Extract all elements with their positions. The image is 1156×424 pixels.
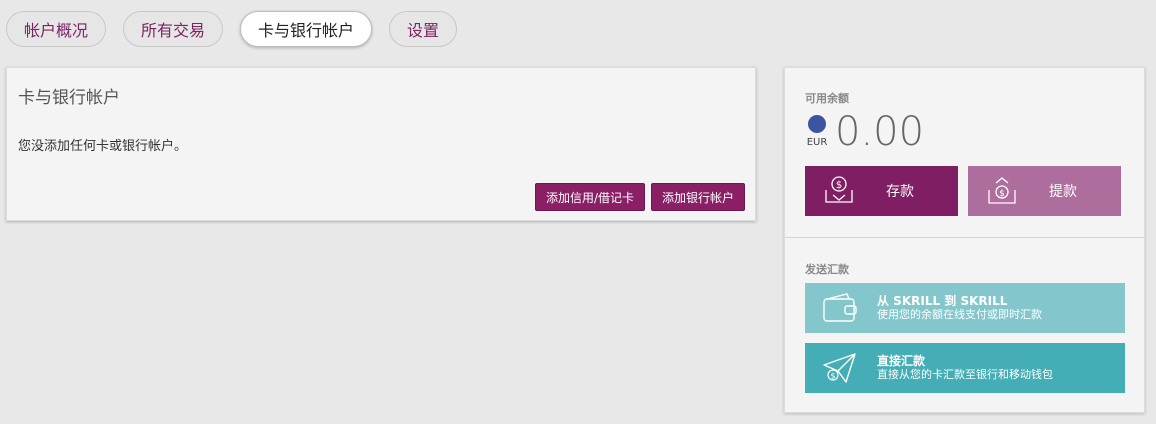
send-money-label: 发送汇款 bbox=[805, 263, 849, 276]
direct-transfer-text: 直接汇款 直接从您的卡汇款至银行和移动钱包 bbox=[877, 354, 1053, 382]
deposit-icon: $ bbox=[825, 176, 853, 203]
tab-settings[interactable]: 设置 bbox=[389, 11, 458, 47]
deposit-label: 存款 bbox=[886, 184, 914, 200]
svg-text:$: $ bbox=[830, 372, 835, 381]
tab-all-transactions[interactable]: 所有交易 bbox=[123, 11, 224, 47]
cards-panel-title: 卡与银行帐户 bbox=[18, 88, 120, 108]
direct-transfer-button[interactable]: $ 直接汇款 直接从您的卡汇款至银行和移动钱包 bbox=[805, 343, 1125, 393]
skrill-to-skrill-text: 从 SKRILL 到 SKRILL 使用您的余额在线支付或即时汇款 bbox=[877, 294, 1042, 322]
skrill-to-skrill-desc: 使用您的余额在线支付或即时汇款 bbox=[877, 308, 1042, 321]
currency-flag-icon bbox=[808, 115, 826, 133]
withdraw-button[interactable]: $ 提款 bbox=[968, 166, 1121, 216]
svg-text:$: $ bbox=[836, 180, 842, 191]
balance-sidebar: 可用余额 EUR 0.00 $ 存款 $ 提款 发送汇款 从 SKRILL 到 … bbox=[784, 67, 1145, 413]
svg-text:$: $ bbox=[999, 189, 1005, 199]
balance-amount: 0.00 bbox=[835, 109, 925, 155]
available-balance-label: 可用余额 bbox=[805, 92, 849, 105]
skrill-to-skrill-button[interactable]: 从 SKRILL 到 SKRILL 使用您的余额在线支付或即时汇款 bbox=[805, 283, 1125, 333]
cards-empty-message: 您没添加任何卡或银行帐户。 bbox=[18, 139, 188, 154]
balance-display: EUR 0.00 bbox=[805, 110, 924, 154]
wallet-icon bbox=[823, 293, 857, 322]
deposit-button[interactable]: $ 存款 bbox=[805, 166, 958, 216]
add-bank-account-button[interactable]: 添加银行帐户 bbox=[650, 183, 745, 211]
skrill-to-skrill-title: 从 SKRILL 到 SKRILL bbox=[877, 294, 1008, 308]
tab-bar: 帐户概况 所有交易 卡与银行帐户 设置 bbox=[6, 11, 458, 47]
paper-plane-icon: $ bbox=[823, 353, 856, 383]
currency-code: EUR bbox=[806, 137, 828, 148]
section-divider bbox=[785, 237, 1144, 238]
currency-indicator: EUR bbox=[805, 110, 829, 148]
direct-transfer-title: 直接汇款 bbox=[877, 354, 926, 368]
tab-account-overview[interactable]: 帐户概况 bbox=[6, 11, 107, 47]
add-card-button[interactable]: 添加信用/借记卡 bbox=[534, 183, 645, 211]
cards-actions: 添加信用/借记卡 添加银行帐户 bbox=[534, 183, 745, 211]
cards-bank-panel: 卡与银行帐户 您没添加任何卡或银行帐户。 添加信用/借记卡 添加银行帐户 bbox=[6, 67, 756, 221]
withdraw-icon: $ bbox=[988, 177, 1016, 204]
direct-transfer-desc: 直接从您的卡汇款至银行和移动钱包 bbox=[877, 368, 1053, 381]
tab-cards-bank-accounts[interactable]: 卡与银行帐户 bbox=[240, 11, 373, 47]
withdraw-label: 提款 bbox=[1049, 184, 1077, 200]
